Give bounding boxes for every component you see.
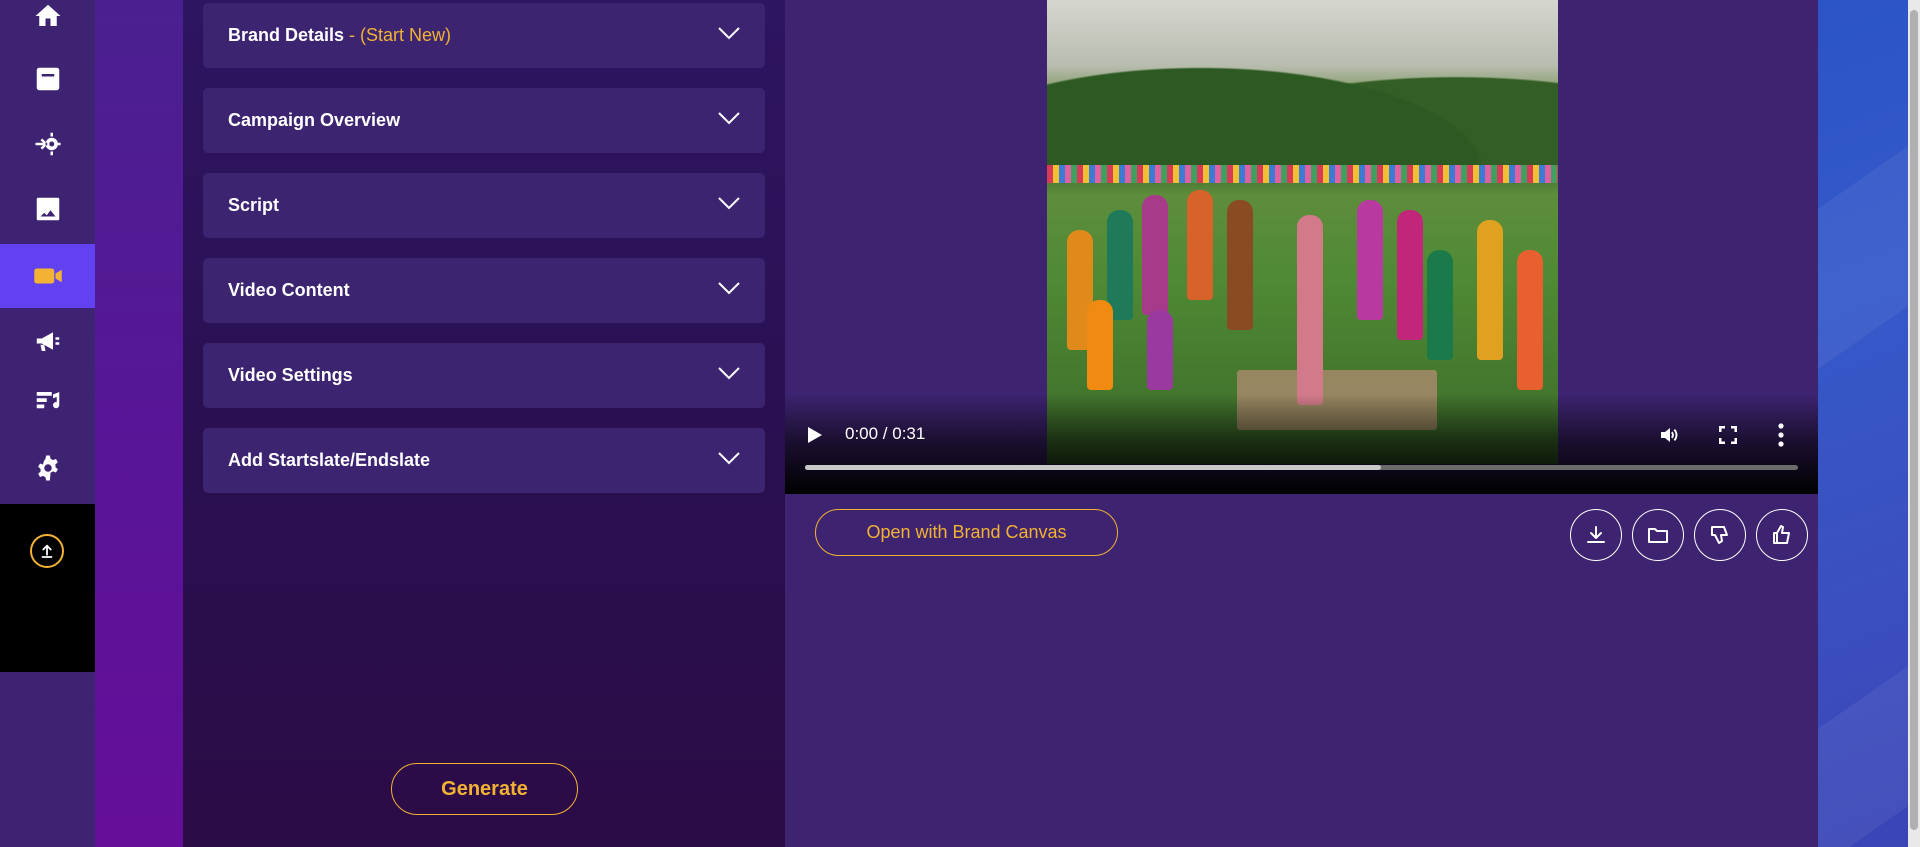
play-button[interactable] — [807, 426, 823, 449]
automation-gear-icon — [35, 132, 60, 156]
nav-images[interactable] — [0, 177, 95, 241]
scrollbar-thumb[interactable] — [1910, 10, 1918, 830]
music-notes-icon — [36, 392, 59, 409]
volume-button[interactable] — [1658, 423, 1682, 452]
video-controls: 0:00 / 0:31 — [785, 394, 1818, 494]
nav-automation[interactable] — [0, 112, 95, 176]
folder-icon — [1648, 528, 1668, 543]
document-icon — [36, 67, 59, 91]
open-brand-canvas-button[interactable]: Open with Brand Canvas — [815, 509, 1118, 556]
accordion-brand-details[interactable]: Brand Details - (Start New) — [203, 3, 765, 68]
home-icon — [35, 4, 60, 26]
video-form-panel: Brand Details - (Start New) Campaign Ove… — [183, 0, 785, 847]
video-preview-area: 0:00 / 0:31 Open with Brand Canvas — [785, 0, 1818, 847]
thumbs-up-button[interactable] — [1756, 509, 1808, 561]
download-icon — [1587, 526, 1605, 543]
download-button[interactable] — [1570, 509, 1622, 561]
thumbs-up-icon — [1773, 525, 1790, 544]
accordion-title: Video Content — [228, 280, 350, 300]
nav-campaigns[interactable] — [0, 309, 95, 373]
chevron-down-icon — [717, 281, 741, 300]
accordion-script[interactable]: Script — [203, 173, 765, 238]
decorative-right-strip — [1818, 0, 1908, 847]
left-icon-rail — [0, 0, 95, 847]
upload-icon — [41, 544, 53, 558]
accordion-title: Add Startslate/Endslate — [228, 450, 431, 470]
save-to-folder-button[interactable] — [1632, 509, 1684, 561]
upload-button[interactable] — [30, 534, 64, 568]
start-new-label: - (Start New) — [344, 25, 452, 45]
accordion-title: Brand Details - (Start New) — [228, 25, 452, 45]
accordion-campaign-overview[interactable]: Campaign Overview — [203, 88, 765, 153]
more-vertical-icon — [1778, 423, 1784, 447]
nav-video[interactable] — [0, 244, 95, 308]
video-player[interactable]: 0:00 / 0:31 — [785, 0, 1818, 494]
fullscreen-button[interactable] — [1718, 425, 1738, 450]
accordion-title: Campaign Overview — [228, 110, 401, 130]
chevron-down-icon — [717, 366, 741, 385]
time-display: 0:00 / 0:31 — [845, 424, 926, 443]
video-progress-bar[interactable] — [805, 465, 1798, 470]
megaphone-icon — [36, 332, 59, 351]
fullscreen-icon — [1719, 426, 1737, 444]
volume-icon — [1661, 428, 1678, 442]
accordion-video-settings[interactable]: Video Settings — [203, 343, 765, 408]
decorative-gradient-strip — [95, 0, 183, 847]
chevron-down-icon — [717, 111, 741, 130]
upload-panel — [0, 504, 95, 672]
play-icon — [808, 427, 822, 443]
page-scrollbar[interactable] — [1908, 0, 1920, 847]
accordion-title: Script — [228, 195, 280, 215]
nav-home[interactable] — [0, 0, 95, 48]
more-options-button[interactable] — [1778, 423, 1784, 452]
accordion-title: Video Settings — [228, 365, 353, 385]
nav-documents[interactable] — [0, 47, 95, 111]
settings-gear-icon — [37, 455, 58, 481]
image-icon — [36, 197, 59, 221]
accordion-startslate-endslate[interactable]: Add Startslate/Endslate — [203, 428, 765, 493]
buffered-progress — [805, 465, 1381, 470]
thumbs-down-icon — [1711, 526, 1728, 544]
thumbs-down-button[interactable] — [1694, 509, 1746, 561]
accordion-video-content[interactable]: Video Content — [203, 258, 765, 323]
generate-button[interactable]: Generate — [391, 763, 578, 815]
chevron-down-icon — [717, 196, 741, 215]
video-camera-icon — [33, 268, 62, 284]
nav-audio[interactable] — [0, 370, 95, 434]
nav-settings[interactable] — [0, 436, 95, 500]
chevron-down-icon — [717, 26, 741, 45]
chevron-down-icon — [717, 451, 741, 470]
